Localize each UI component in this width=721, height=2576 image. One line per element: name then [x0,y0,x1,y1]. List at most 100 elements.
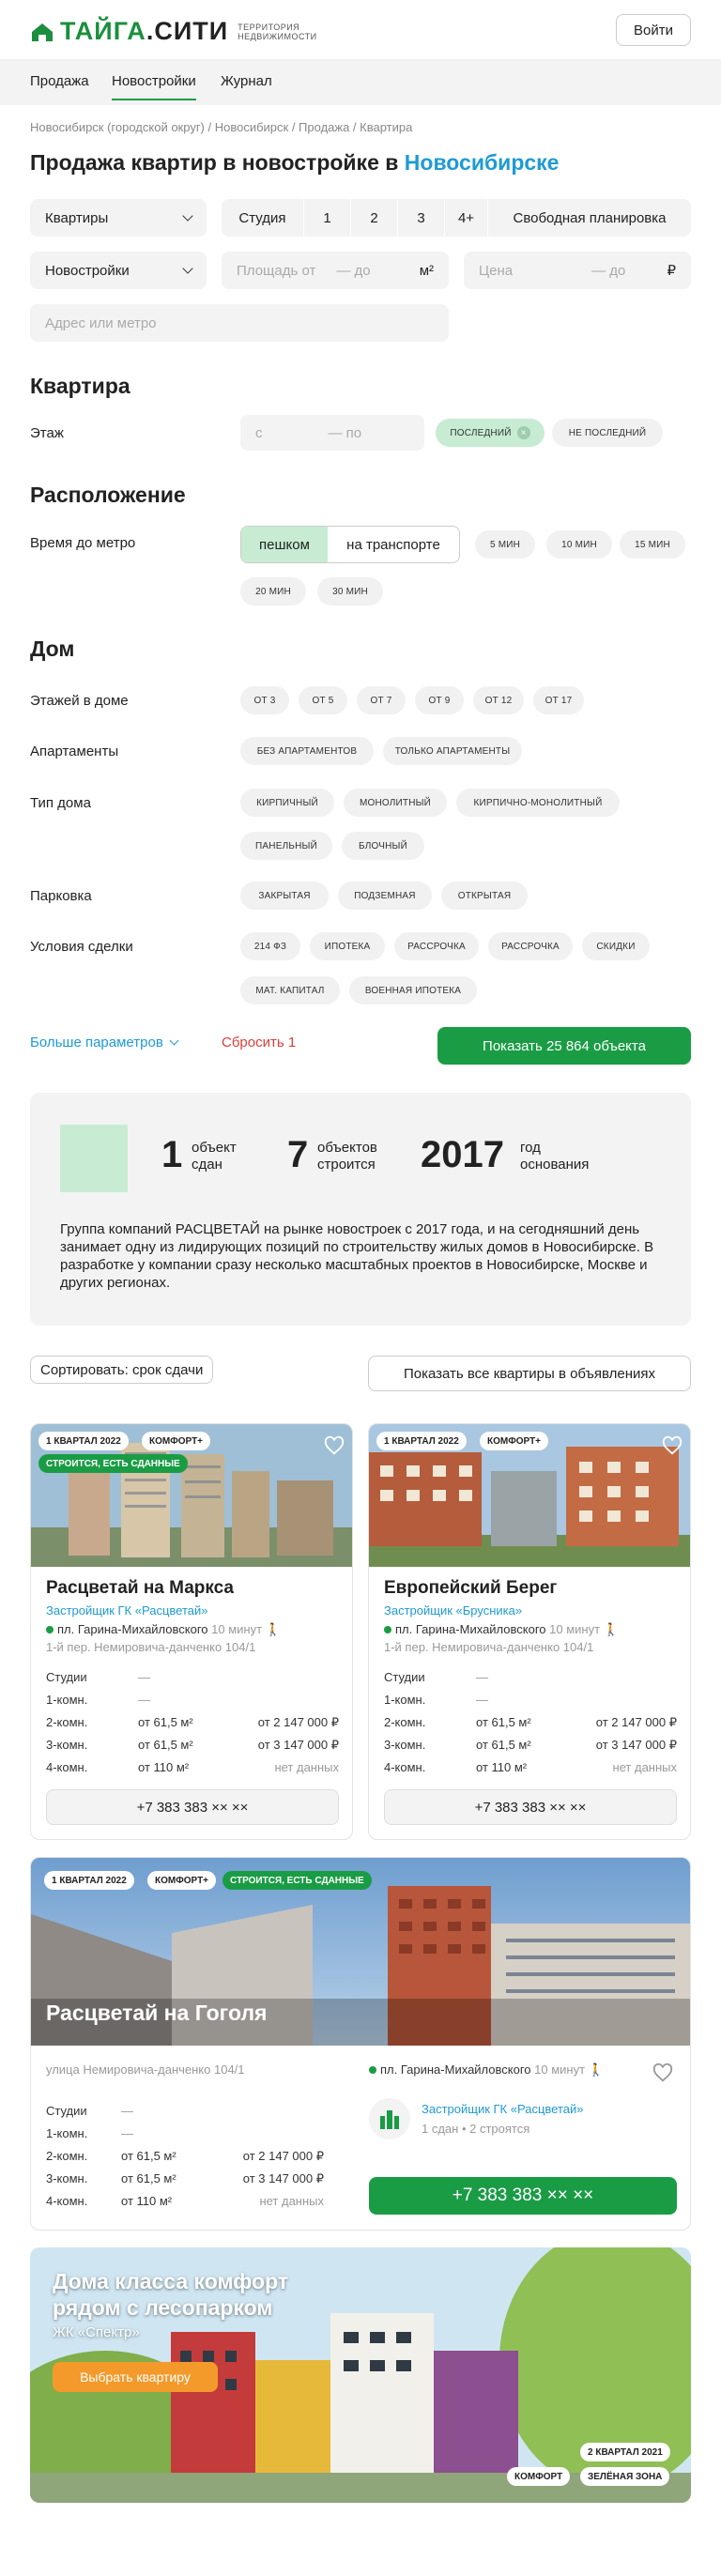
project-name[interactable]: Европейский Берег [384,1578,557,1599]
nav-sale[interactable]: Продажа [30,73,89,89]
chip-floors-7[interactable]: от 7 [357,686,406,714]
chip-brick-monolith[interactable]: кирпично-монолитный [456,789,620,817]
rooms-2[interactable]: 2 [351,199,398,237]
property-type-select[interactable]: Квартиры [30,199,207,237]
chip-floors-3[interactable]: от 3 [240,686,289,714]
chip-monolith[interactable]: монолитный [344,789,447,817]
chip-floors-12[interactable]: от 12 [473,686,524,714]
address-placeholder: Адрес или метро [45,314,157,331]
favorite-heart-icon[interactable] [652,2062,673,2083]
chip-installment-a[interactable]: рассрочка [394,932,479,960]
chip-214fz[interactable]: 214 ФЗ [240,932,300,960]
metro-info: пл. Гарина-Михайловского 10 минут 🚶 [46,1622,281,1637]
price-range-input[interactable]: Цена — до ₽ [464,252,691,289]
chip-discounts[interactable]: скидки [582,932,650,960]
chip-30-min[interactable]: 30 мин [317,577,383,606]
table-row: 2-комн. от 61,5 м² от 2 147 000 ₽ [46,1715,339,1738]
apartment-heading: Квартира [30,374,130,398]
chip-floors-17[interactable]: от 17 [533,686,584,714]
row-area: от 61,5 м² [138,1715,193,1729]
rooms-1[interactable]: 1 [304,199,351,237]
mode-walk[interactable]: пешком [241,527,328,562]
parking-label: Парковка [30,888,92,904]
chip-15-min[interactable]: 15 мин [620,530,685,559]
chip-block[interactable]: блочный [342,832,424,860]
project-card-gogolya[interactable]: 1 квартал 2022 комфорт+ строится, есть с… [30,1857,691,2231]
chip-10-min[interactable]: 10 мин [546,530,612,559]
phone-button[interactable]: +7 383 383 ×× ×× [46,1789,339,1825]
chip-panel[interactable]: панельный [240,832,332,860]
chip-parking-open[interactable]: открытая [441,882,528,910]
login-button[interactable]: Войти [616,14,691,46]
promo-banner[interactable]: Дома класса комфорт рядом с лесопарком ЖК… [30,2247,691,2503]
chevron-down-icon [169,1035,179,1046]
chip-floors-5[interactable]: от 5 [299,686,347,714]
floor-range-input[interactable]: с — по [240,415,424,451]
rooms-free-layout[interactable]: Свободная планировка [488,199,691,237]
developer-link[interactable]: Застройщик «Брусника» [384,1603,522,1618]
city-link[interactable]: Новосибирске [405,150,560,175]
phone-button[interactable]: +7 383 383 ×× ×× [384,1789,677,1825]
favorite-heart-icon[interactable] [662,1435,683,1456]
project-name[interactable]: Расцветай на Гоголя [46,2001,267,2026]
area-from-placeholder: Площадь от [237,262,316,279]
chip-parking-underground[interactable]: подземная [338,882,432,910]
project-card-evropeysky[interactable]: 1 квартал 2022 комфорт+ Европейский Бере… [368,1423,691,1840]
table-row: Студии — [384,1670,677,1693]
area-to-placeholder: — до [336,262,371,279]
nav-new-buildings[interactable]: Новостройки [112,73,196,100]
house-type-label: Тип дома [30,795,91,811]
table-row: 1-комн. — [46,2126,324,2149]
project-card-marksa[interactable]: 1 квартал 2022 комфорт+ строится, есть с… [30,1423,353,1840]
phone-button[interactable]: +7 383 383 ×× ×× [369,2177,677,2215]
chip-brick[interactable]: кирпичный [240,789,334,817]
floors-label: Этажей в доме [30,693,129,709]
walk-icon: 🚶 [603,1622,619,1636]
chip-maternity-capital[interactable]: мат. капитал [240,976,340,1004]
project-name[interactable]: Расцветай на Маркса [46,1578,234,1599]
reset-link[interactable]: Сбросить 1 [222,1035,296,1050]
developer-link[interactable]: Застройщик ГК «Расцветай» [46,1603,207,1618]
breadcrumb[interactable]: Новосибирск (городской округ) / Новосиби… [30,120,412,134]
chip-last-floor[interactable]: последний × [436,419,545,447]
developer-link[interactable]: Застройщик ГК «Расцветай» [422,2102,583,2116]
table-row: Студии — [46,1670,339,1693]
building-logo-icon [380,2110,399,2129]
table-row: 2-комн. от 61,5 м² от 2 147 000 ₽ [384,1715,677,1738]
market-select[interactable]: Новостройки [30,252,207,289]
rooms-3[interactable]: 3 [398,199,445,237]
favorite-heart-icon[interactable] [324,1435,345,1456]
logo[interactable]: ТАЙГА.СИТИ территория недвижимости [30,17,317,46]
sort-select[interactable]: Сортировать: срок сдачи [30,1356,214,1384]
chip-mortgage[interactable]: ипотека [310,932,385,960]
chip-no-apartments[interactable]: без апартаментов [240,737,374,765]
chip-floors-9[interactable]: от 9 [415,686,464,714]
chip-5-min[interactable]: 5 мин [475,530,535,559]
nav-journal[interactable]: Журнал [221,73,272,89]
chip-military-mortgage[interactable]: военная ипотека [349,976,477,1004]
stat-founded-num: 2017 [421,1134,504,1175]
apartments-label: Апартаменты [30,744,119,759]
chip-parking-closed[interactable]: закрытая [240,882,329,910]
more-params-link[interactable]: Больше параметров [30,1035,179,1050]
chip-not-last-floor[interactable]: не последний [552,419,663,447]
address: 1-й пер. Немировича-данченко 104/1 [384,1640,594,1654]
chip-installment-b[interactable]: рассрочка [488,932,573,960]
show-results-button[interactable]: Показать 25 864 объекта [437,1027,691,1065]
close-icon[interactable]: × [516,426,530,439]
table-row: 1-комн. — [384,1693,677,1715]
row-price: от 2 147 000 ₽ [257,1715,339,1729]
show-all-apartments-button[interactable]: Показать все квартиры в объявлениях [368,1356,691,1391]
choose-apartment-button[interactable]: Выбрать квартиру [53,2362,218,2392]
rooms-4plus[interactable]: 4+ [445,199,488,237]
stat-delivered-label: объект сдан [192,1140,237,1173]
chip-only-apartments[interactable]: только апартаменты [383,737,522,765]
address-input[interactable]: Адрес или метро [30,304,449,342]
table-row: 4-комн. от 110 м² нет данных [46,1760,339,1783]
area-range-input[interactable]: Площадь от — до м² [222,252,449,289]
mode-transport[interactable]: на транспорте [328,527,459,562]
rooms-studio[interactable]: Студия [222,199,304,237]
deal-label: Условия сделки [30,939,133,955]
chip-20-min[interactable]: 20 мин [240,577,306,606]
chevron-down-icon [182,210,193,222]
